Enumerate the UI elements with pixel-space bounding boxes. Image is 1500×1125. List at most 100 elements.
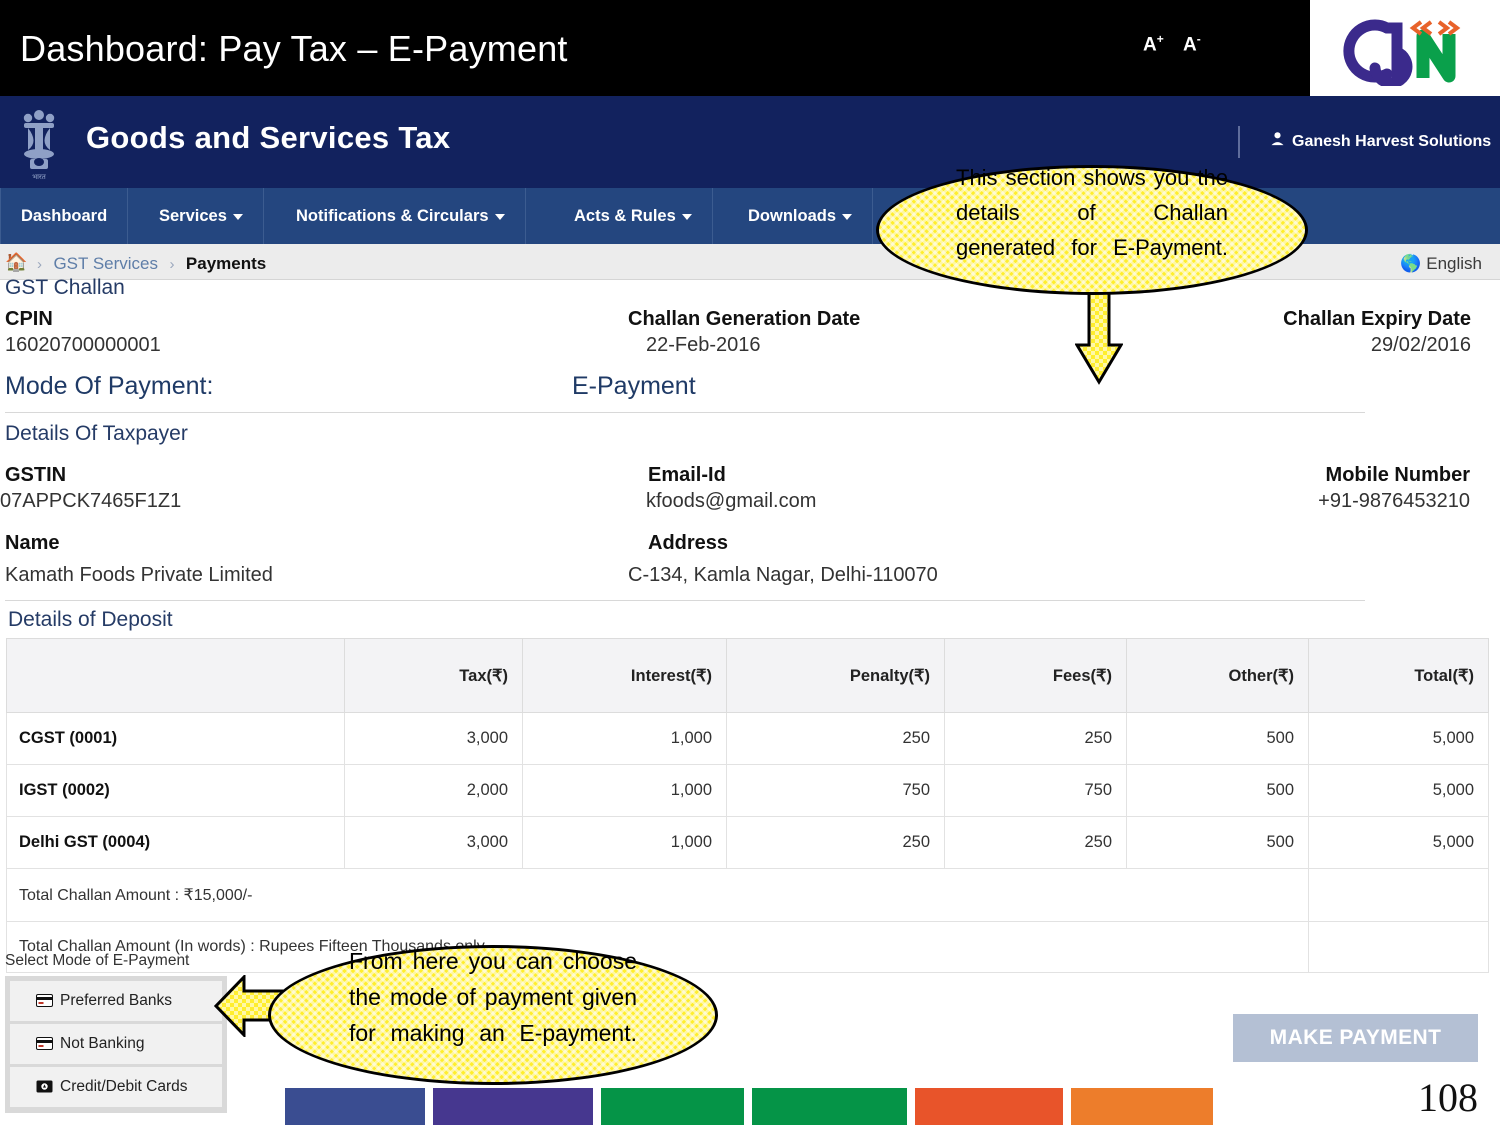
page-number: 108 <box>1418 1075 1478 1120</box>
expiry-date-value: 29/02/2016 <box>1370 334 1471 356</box>
deposit-table: Tax(₹) Interest(₹) Penalty(₹) Fees(₹) Ot… <box>6 638 1489 973</box>
font-decrease-sign: - <box>1196 32 1201 46</box>
table-row: CGST (0001) 3,000 1,000 250 250 500 5,00… <box>6 712 1489 765</box>
cell-other: 500 <box>1126 764 1309 817</box>
cell-other: 500 <box>1126 712 1309 765</box>
slide-canvas: Dashboard: Pay Tax – E-Payment भारत Good… <box>0 0 1500 1125</box>
bottom-block-3 <box>601 1088 744 1125</box>
payment-mode-label: Credit/Debit Cards <box>60 1078 188 1095</box>
india-national-emblem-icon: भारत <box>23 110 55 181</box>
name-label: Name <box>5 532 60 554</box>
cell-penalty: 750 <box>726 764 945 817</box>
col-header-other: Other(₹) <box>1126 638 1309 713</box>
chevron-down-icon <box>842 213 853 220</box>
row-label: CGST (0001) <box>6 712 345 765</box>
email-value: kfoods@gmail.com <box>646 490 817 512</box>
gst-challan-heading: GST Challan <box>5 276 125 299</box>
cell-fees: 250 <box>944 712 1127 765</box>
cell-interest: 1,000 <box>522 764 727 817</box>
mode-of-payment-label: Mode Of Payment: <box>5 372 214 400</box>
chevron-down-icon <box>494 213 505 220</box>
credit-card-icon <box>36 1069 53 1109</box>
chevron-down-icon <box>232 213 243 220</box>
font-increase-button[interactable]: A+ <box>1143 32 1164 56</box>
bottom-block-5 <box>915 1088 1063 1125</box>
cpin-value: 16020700000001 <box>5 334 161 356</box>
col-header-blank <box>6 638 345 713</box>
total-challan-amount-words: Total Challan Amount (In words) : Rupees… <box>6 921 1309 973</box>
payment-mode-credit-debit-cards[interactable]: Credit/Debit Cards <box>10 1067 222 1107</box>
gen-date-label: Challan Generation Date <box>628 308 861 330</box>
payment-mode-preferred-banks[interactable]: Preferred Banks <box>10 981 222 1021</box>
email-label: Email-Id <box>648 464 726 486</box>
breadcrumb-item-payments: Payments <box>185 254 267 273</box>
mobile-value: +91-9876453210 <box>1318 490 1470 512</box>
taxpayer-heading: Details Of Taxpayer <box>5 422 188 445</box>
language-label: English <box>1426 254 1482 273</box>
bottom-block-6 <box>1071 1088 1213 1125</box>
payment-mode-label: Not Banking <box>60 1035 145 1052</box>
nav-label: Notifications & Circulars <box>296 207 489 225</box>
nav-item-services[interactable]: Services <box>139 188 264 244</box>
total-challan-amount: Total Challan Amount : ₹15,000/- <box>6 868 1309 922</box>
nav-label: Dashboard <box>21 207 108 225</box>
cell-penalty: 250 <box>726 712 945 765</box>
payment-mode-net-banking[interactable]: Not Banking <box>10 1024 222 1064</box>
payment-mode-label: Preferred Banks <box>60 992 172 1009</box>
font-increase-sign: + <box>1156 32 1164 46</box>
gstn-logo-icon <box>1343 19 1461 86</box>
gstn-logo <box>1310 0 1500 96</box>
home-icon[interactable]: 🏠 <box>5 252 27 273</box>
payment-mode-label: Select Mode of E-Payment <box>5 952 190 969</box>
divider <box>5 412 1365 413</box>
bottom-block-2 <box>433 1088 593 1125</box>
cell-tax: 3,000 <box>344 816 523 869</box>
font-increase-label: A <box>1143 34 1157 56</box>
deposit-heading: Details of Deposit <box>8 608 173 631</box>
nav-item-acts-rules[interactable]: Acts & Rules <box>554 188 713 244</box>
cell-tax: 3,000 <box>344 712 523 765</box>
cell-total: 5,000 <box>1308 764 1489 817</box>
breadcrumb-separator: › <box>37 256 42 273</box>
nav-label: Acts & Rules <box>574 207 676 225</box>
cell-other: 500 <box>1126 816 1309 869</box>
chevron-down-icon <box>681 213 692 220</box>
breadcrumb-item-gst-services[interactable]: GST Services <box>53 254 158 273</box>
user-avatar-icon <box>1270 131 1285 151</box>
address-value: C-134, Kamla Nagar, Delhi-110070 <box>628 564 938 586</box>
gstin-value: 07APPCK7465F1Z1 <box>0 490 182 512</box>
cell-empty <box>1308 921 1489 973</box>
nav-item-notifications[interactable]: Notifications & Circulars <box>276 188 526 244</box>
col-header-total: Total(₹) <box>1308 638 1489 713</box>
font-decrease-label: A <box>1183 34 1197 56</box>
cell-tax: 2,000 <box>344 764 523 817</box>
svg-text:भारत: भारत <box>32 174 47 181</box>
user-menu[interactable]: Ganesh Harvest Solutions ⌄ <box>1270 131 1500 151</box>
callout-text: This section shows you the details of Ch… <box>956 165 1228 260</box>
portal-title: Goods and Services Tax <box>86 120 451 155</box>
breadcrumb-trail: › GST Services › Payments <box>30 254 266 274</box>
nav-item-downloads[interactable]: Downloads <box>728 188 874 244</box>
callout-arrow-down-icon <box>1075 287 1123 385</box>
cell-fees: 250 <box>944 816 1127 869</box>
col-header-interest: Interest(₹) <box>522 638 727 713</box>
col-header-penalty: Penalty(₹) <box>726 638 945 713</box>
nav-item-dashboard[interactable]: Dashboard <box>0 188 129 244</box>
slide-title-bar: Dashboard: Pay Tax – E-Payment <box>0 0 1500 96</box>
nav-label: Services <box>159 207 227 225</box>
breadcrumb-separator: › <box>169 256 175 273</box>
expiry-date-label: Challan Expiry Date <box>1283 308 1471 330</box>
header-divider <box>1238 126 1240 158</box>
cell-empty <box>1308 868 1489 922</box>
row-label: Delhi GST (0004) <box>6 816 345 869</box>
callout-text: From here you can choose the mode of pay… <box>349 948 637 1046</box>
make-payment-button[interactable]: MAKE PAYMENT <box>1233 1014 1478 1062</box>
language-selector[interactable]: 🌎 English <box>1400 254 1482 274</box>
font-decrease-button[interactable]: A- <box>1183 32 1201 56</box>
gen-date-value: 22-Feb-2016 <box>646 334 761 356</box>
mode-of-payment-value: E-Payment <box>572 372 696 400</box>
address-label: Address <box>648 532 729 554</box>
callout-challan-details: This section shows you the details of Ch… <box>876 165 1308 295</box>
row-label: IGST (0002) <box>6 764 345 817</box>
bottom-block-4 <box>752 1088 907 1125</box>
